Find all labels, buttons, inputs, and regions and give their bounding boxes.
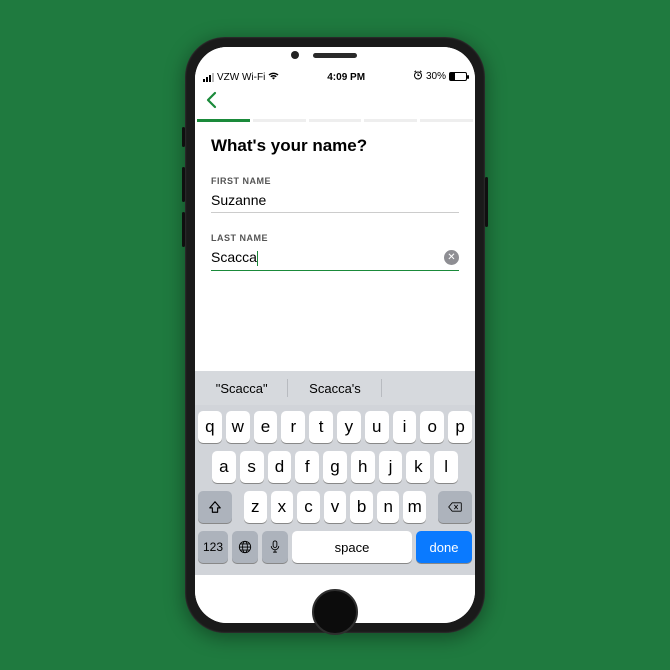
key-n[interactable]: n bbox=[377, 491, 400, 523]
signal-bars-icon bbox=[203, 73, 214, 82]
key-e[interactable]: e bbox=[254, 411, 278, 443]
form-content: What's your name? FIRST NAME Suzanne LAS… bbox=[195, 122, 475, 371]
suggestion-3[interactable] bbox=[382, 371, 475, 405]
key-p[interactable]: p bbox=[448, 411, 472, 443]
first-name-label: FIRST NAME bbox=[211, 176, 459, 186]
page-title: What's your name? bbox=[211, 136, 459, 156]
key-f[interactable]: f bbox=[295, 451, 319, 483]
first-name-field: FIRST NAME Suzanne bbox=[211, 176, 459, 213]
key-i[interactable]: i bbox=[393, 411, 417, 443]
key-o[interactable]: o bbox=[420, 411, 444, 443]
key-h[interactable]: h bbox=[351, 451, 375, 483]
key-r[interactable]: r bbox=[281, 411, 305, 443]
numbers-key[interactable]: 123 bbox=[198, 531, 228, 563]
screen: VZW Wi-Fi 4:09 PM 30% bbox=[195, 47, 475, 623]
mute-switch[interactable] bbox=[182, 127, 185, 147]
home-button[interactable] bbox=[312, 589, 358, 635]
alarm-icon bbox=[413, 70, 423, 83]
done-key[interactable]: done bbox=[416, 531, 472, 563]
first-name-value: Suzanne bbox=[211, 192, 459, 208]
dictation-key[interactable] bbox=[262, 531, 288, 563]
carrier-label: VZW Wi-Fi bbox=[217, 72, 265, 83]
suggestion-2[interactable]: Scacca's bbox=[288, 371, 381, 405]
key-l[interactable]: l bbox=[434, 451, 458, 483]
key-s[interactable]: s bbox=[240, 451, 264, 483]
key-x[interactable]: x bbox=[271, 491, 294, 523]
key-z[interactable]: z bbox=[244, 491, 267, 523]
key-g[interactable]: g bbox=[323, 451, 347, 483]
last-name-input[interactable]: Scacca ✕ bbox=[211, 249, 459, 271]
key-b[interactable]: b bbox=[350, 491, 373, 523]
key-k[interactable]: k bbox=[406, 451, 430, 483]
last-name-value: Scacca bbox=[211, 249, 444, 266]
key-d[interactable]: d bbox=[268, 451, 292, 483]
keyboard: "Scacca" Scacca's qwertyuiop asdfghjkl z… bbox=[195, 371, 475, 575]
shift-key[interactable] bbox=[198, 491, 232, 523]
front-camera bbox=[291, 51, 299, 59]
key-w[interactable]: w bbox=[226, 411, 250, 443]
key-m[interactable]: m bbox=[403, 491, 426, 523]
phone-frame: VZW Wi-Fi 4:09 PM 30% bbox=[185, 37, 485, 633]
key-v[interactable]: v bbox=[324, 491, 347, 523]
wifi-icon bbox=[268, 72, 279, 83]
back-button[interactable] bbox=[205, 89, 219, 115]
volume-up-button[interactable] bbox=[182, 167, 185, 202]
space-key[interactable]: space bbox=[292, 531, 412, 563]
battery-icon bbox=[449, 72, 467, 81]
key-j[interactable]: j bbox=[379, 451, 403, 483]
first-name-input[interactable]: Suzanne bbox=[211, 192, 459, 213]
key-c[interactable]: c bbox=[297, 491, 320, 523]
clock-label: 4:09 PM bbox=[327, 72, 365, 83]
suggestion-bar: "Scacca" Scacca's bbox=[195, 371, 475, 405]
power-button[interactable] bbox=[485, 177, 488, 227]
clear-icon[interactable]: ✕ bbox=[444, 250, 459, 265]
volume-down-button[interactable] bbox=[182, 212, 185, 247]
text-cursor bbox=[257, 251, 258, 266]
battery-pct-label: 30% bbox=[426, 71, 446, 82]
key-t[interactable]: t bbox=[309, 411, 333, 443]
suggestion-1[interactable]: "Scacca" bbox=[195, 371, 288, 405]
backspace-key[interactable] bbox=[438, 491, 472, 523]
last-name-field: LAST NAME Scacca ✕ bbox=[211, 233, 459, 271]
last-name-label: LAST NAME bbox=[211, 233, 459, 243]
key-y[interactable]: y bbox=[337, 411, 361, 443]
key-a[interactable]: a bbox=[212, 451, 236, 483]
nav-bar bbox=[195, 85, 475, 119]
globe-key[interactable] bbox=[232, 531, 258, 563]
key-q[interactable]: q bbox=[198, 411, 222, 443]
key-u[interactable]: u bbox=[365, 411, 389, 443]
speaker-grille bbox=[313, 53, 357, 58]
